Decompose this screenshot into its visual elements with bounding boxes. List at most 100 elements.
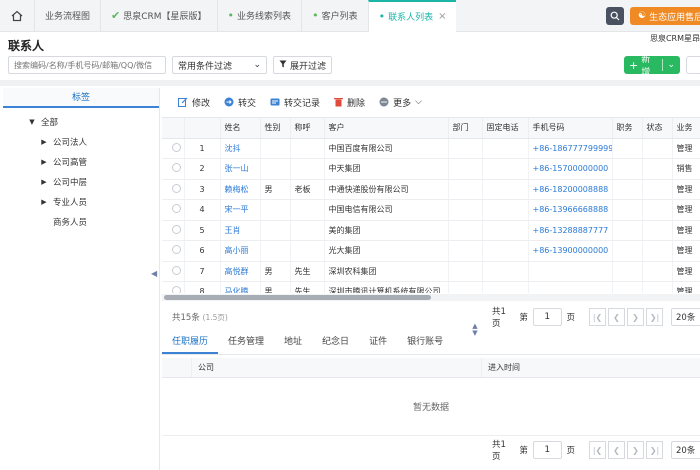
column-header[interactable]: 性别 xyxy=(260,118,291,139)
mobile-number-link[interactable] xyxy=(528,281,613,293)
column-header[interactable]: 客户 xyxy=(324,118,449,139)
detail-tab[interactable]: 地址 xyxy=(274,332,312,354)
row-select-cell[interactable] xyxy=(162,158,185,180)
detail-tab[interactable]: 任职履历 xyxy=(162,332,219,354)
row-radio[interactable] xyxy=(172,163,181,173)
column-header[interactable]: 称呼 xyxy=(290,118,325,139)
tab-0[interactable]: 业务流程图 xyxy=(34,0,100,32)
column-header[interactable]: 姓名 xyxy=(220,118,261,139)
row-select-cell[interactable] xyxy=(162,261,185,282)
more-button[interactable]: 更多 ⌵ xyxy=(379,96,422,109)
contact-name-link[interactable]: 宋一平 xyxy=(220,199,261,221)
new-button[interactable]: + 新增 ⌄ xyxy=(624,55,680,78)
tree-node[interactable]: ▶ 专业人员 xyxy=(3,192,159,212)
last-page-icon[interactable]: ❯| xyxy=(646,441,664,459)
row-select-cell[interactable] xyxy=(162,138,185,159)
next-page-icon[interactable]: ❯ xyxy=(627,441,645,459)
contact-name-link[interactable]: 沈抖 xyxy=(220,138,261,159)
condition-filter-select[interactable]: 常用条件过滤 ⌄ xyxy=(172,56,267,74)
table-row[interactable]: 4 宋一平 中国电信有限公司 +86-13966668888 管理 xyxy=(162,199,700,221)
row-select-cell[interactable] xyxy=(162,220,185,241)
first-page-icon[interactable]: |❮ xyxy=(589,308,607,326)
table-row[interactable]: 2 张一山 中天集团 +86-15700000000 销售 xyxy=(162,158,700,180)
row-radio[interactable] xyxy=(172,183,181,193)
edit-button[interactable]: 修改 xyxy=(178,96,210,109)
mobile-number-link[interactable]: +86-13966668888 xyxy=(528,199,613,221)
row-select-cell[interactable] xyxy=(162,281,185,293)
collapse-sidebar-icon[interactable]: ◀ xyxy=(151,269,161,281)
page-size-select[interactable]: 20条 xyxy=(671,308,700,326)
contact-name-link[interactable]: 王肖 xyxy=(220,220,261,241)
column-header[interactable]: 职务 xyxy=(612,118,643,139)
column-header[interactable]: 状态 xyxy=(642,118,673,139)
table-row[interactable]: 3 赖梅松男老板 中通快递股份有限公司 +86-18200008888 管理 xyxy=(162,179,700,200)
home-icon[interactable] xyxy=(0,0,34,32)
caret-right-icon[interactable]: ▶ xyxy=(39,178,49,186)
prev-page-icon[interactable]: ❮ xyxy=(608,308,626,326)
search-input[interactable] xyxy=(8,56,166,74)
tab-4[interactable]: • 联系人列表 × xyxy=(367,0,457,32)
transfer-log-button[interactable]: 转交记录 xyxy=(270,96,320,109)
contact-name-link[interactable]: 马化腾 xyxy=(220,281,261,293)
tree-node[interactable]: ▶ 公司高管 xyxy=(3,152,159,172)
first-page-icon[interactable]: |❮ xyxy=(589,441,607,459)
column-header[interactable]: 固定电话 xyxy=(482,118,529,139)
tree-node[interactable]: ▼ 全部 xyxy=(3,112,159,132)
page-number-input[interactable]: 1 xyxy=(532,441,562,459)
column-header[interactable]: 部门 xyxy=(448,118,483,139)
contact-name-link[interactable]: 高小丽 xyxy=(220,240,261,262)
eco-apps-button[interactable]: ☯ 生态应用售后 xyxy=(630,7,700,25)
tab-3[interactable]: • 客户列表 xyxy=(301,0,368,32)
row-select-cell[interactable] xyxy=(162,240,185,262)
search-icon[interactable] xyxy=(606,7,624,25)
contact-name-link[interactable]: 高悦群 xyxy=(220,261,261,282)
tab-2[interactable]: • 业务线索列表 xyxy=(216,0,302,32)
scrollbar-thumb[interactable] xyxy=(164,295,431,300)
caret-right-icon[interactable]: ▶ xyxy=(39,158,49,166)
mobile-number-link[interactable]: +86-13288887777 xyxy=(528,220,613,241)
tree-node[interactable]: ▶ 公司法人 xyxy=(3,132,159,152)
mobile-number-link[interactable]: +86-15700000000 xyxy=(528,158,613,180)
contact-name-link[interactable]: 张一山 xyxy=(220,158,261,180)
mobile-number-link[interactable]: +86-186777799999 xyxy=(528,138,613,159)
caret-down-icon[interactable]: ▼ xyxy=(27,118,37,126)
mobile-number-link[interactable] xyxy=(528,261,613,282)
row-radio[interactable] xyxy=(172,286,181,293)
page-size-select[interactable]: 20条 xyxy=(671,441,700,459)
sidebar-header[interactable]: 标签 xyxy=(3,88,159,108)
close-icon[interactable]: × xyxy=(438,11,446,22)
detail-tab[interactable]: 任务管理 xyxy=(218,332,274,354)
row-select-cell[interactable] xyxy=(162,199,185,221)
tab-1[interactable]: ✔ 思泉CRM【星辰版】 xyxy=(100,0,217,32)
row-radio[interactable] xyxy=(172,224,181,234)
row-radio[interactable] xyxy=(172,204,181,214)
horizontal-scrollbar[interactable] xyxy=(162,294,700,301)
chevron-down-icon[interactable]: ⌄ xyxy=(667,60,675,70)
column-header[interactable]: 手机号码 xyxy=(528,118,613,139)
mobile-number-link[interactable]: +86-13900000000 xyxy=(528,240,613,262)
column-header[interactable]: 业务 xyxy=(672,118,700,139)
prev-page-icon[interactable]: ❮ xyxy=(608,441,626,459)
expand-filter-button[interactable]: 展开过滤 xyxy=(273,56,333,74)
tree-node[interactable]: 商务人员 xyxy=(3,212,159,232)
row-radio[interactable] xyxy=(172,245,181,255)
mobile-number-link[interactable]: +86-18200008888 xyxy=(528,179,613,200)
delete-button[interactable]: 删除 xyxy=(334,96,365,109)
transfer-button[interactable]: 转交 xyxy=(224,96,256,109)
table-row[interactable]: 8 马化腾男先生 深圳市腾讯计算机系统有限公司 管理 xyxy=(162,281,700,293)
table-row[interactable]: 1 沈抖 中国百度有限公司 +86-186777799999 管理 xyxy=(162,138,700,159)
row-radio[interactable] xyxy=(172,142,181,152)
caret-right-icon[interactable]: ▶ xyxy=(39,198,49,206)
detail-tab[interactable]: 纪念日 xyxy=(312,332,359,354)
table-row[interactable]: 7 高悦群男先生 深圳农科集团 管理 xyxy=(162,261,700,282)
page-number-input[interactable]: 1 xyxy=(532,308,562,326)
table-row[interactable]: 6 高小丽 光大集团 +86-13900000000 管理 xyxy=(162,240,700,262)
contact-name-link[interactable]: 赖梅松 xyxy=(220,179,261,200)
table-row[interactable]: 5 王肖 美的集团 +86-13288887777 管理 xyxy=(162,220,700,241)
row-select-cell[interactable] xyxy=(162,179,185,200)
more-actions-button[interactable] xyxy=(686,56,700,74)
detail-tab[interactable]: 银行账号 xyxy=(397,332,453,354)
last-page-icon[interactable]: ❯| xyxy=(646,308,664,326)
detail-tab[interactable]: 证件 xyxy=(359,332,397,354)
tree-node[interactable]: ▶ 公司中层 xyxy=(3,172,159,192)
